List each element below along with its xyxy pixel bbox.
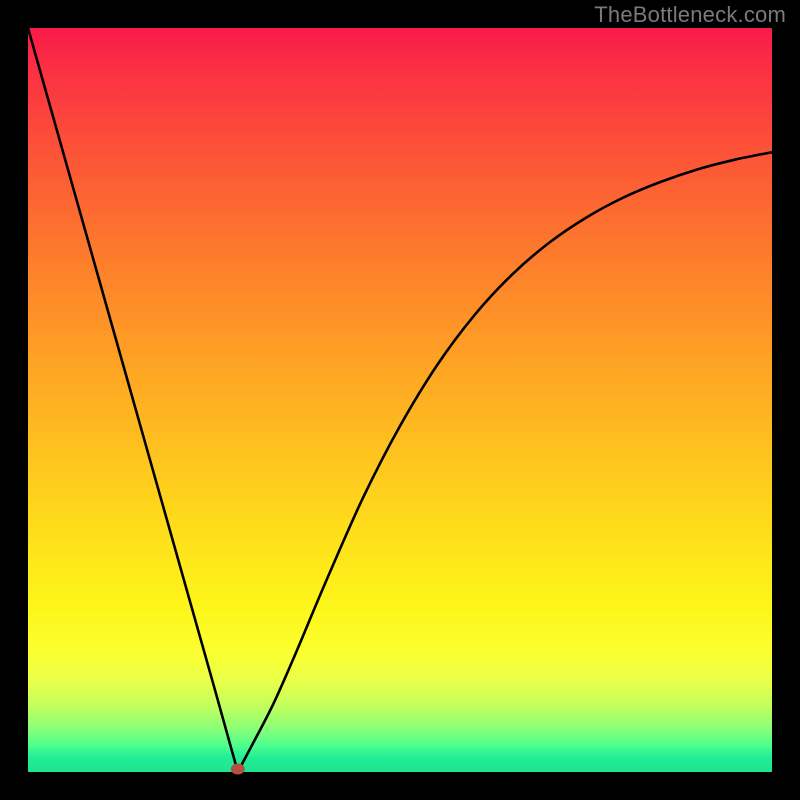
- bottleneck-curve: [28, 28, 772, 772]
- chart-frame: TheBottleneck.com: [0, 0, 800, 800]
- watermark-text: TheBottleneck.com: [594, 2, 786, 28]
- curve-svg: [28, 28, 772, 772]
- minimum-marker: [231, 764, 245, 775]
- plot-area: [28, 28, 772, 772]
